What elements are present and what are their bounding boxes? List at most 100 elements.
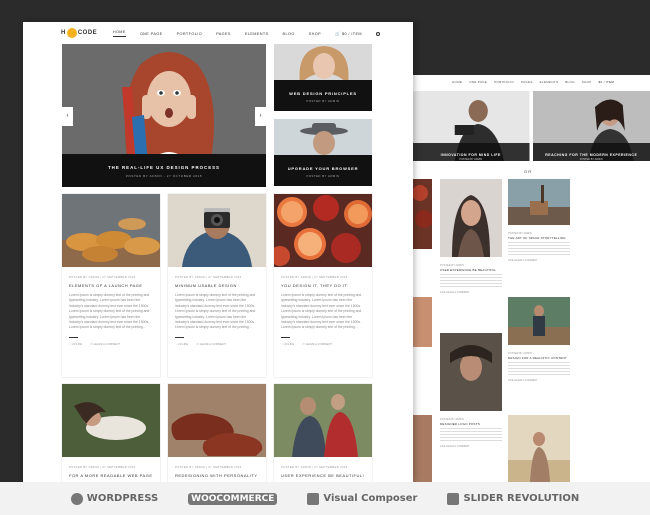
man-with-camera-photo [168, 194, 266, 267]
cart-label: $0 / ITEM [341, 32, 362, 36]
blog-post-card[interactable]: POSTED BY ADMIN | 27 SEPTEMBER 2015 YOU … [274, 194, 372, 377]
secondary-slide-title: INNOVATION FOR MIND LIFE [440, 153, 501, 157]
featured-post-title[interactable]: UPGRADE YOUR BROWSER [274, 166, 372, 171]
comment-label: LEAVE A COMMENT [305, 342, 333, 347]
secondary-post-excerpt [508, 362, 570, 376]
woman-in-grass-photo [62, 384, 160, 457]
comment-icon: ▭ [302, 342, 305, 347]
post-image[interactable] [168, 384, 266, 457]
post-meta: POSTED BY ADMIN | 27 SEPTEMBER 2015 [69, 275, 136, 279]
nav-item-home[interactable]: HOME [112, 30, 126, 37]
cart-link[interactable]: 🛒 $0 / ITEM [335, 31, 362, 36]
secondary-nav-item[interactable]: SHOP [582, 80, 592, 84]
visual-composer-icon [307, 492, 320, 505]
featured-post-title[interactable]: WEB DESIGN PRINCIPLES [274, 91, 372, 96]
couple-outdoors-photo [274, 384, 372, 457]
comment-icon: ▭ [90, 342, 93, 347]
photo-partial [412, 415, 432, 482]
post-footer: ♡ 20 LIKE ▭ LEAVE A COMMENT [175, 342, 259, 346]
comment-label: LEAVE A COMMENT [199, 342, 227, 347]
post-title[interactable]: YOU DESIGN IT, THEY DO IT [281, 283, 365, 288]
blog-post-card[interactable]: POSTED BY ADMIN | 27 SEPTEMBER 2015 MINI… [168, 194, 266, 377]
post-meta: POSTED BY ADMIN | 27 SEPTEMBER 2015 [175, 275, 242, 279]
comment-link[interactable]: ▭ LEAVE A COMMENT [196, 342, 226, 346]
search-icon[interactable] [376, 31, 380, 36]
post-meta: POSTED BY ADMIN | 27 SEPTEMBER 2015 [281, 465, 348, 469]
secondary-nav-item[interactable]: HOME [452, 80, 462, 84]
post-title[interactable]: ELEMENTS OF A LAUNCH PAGE [69, 283, 153, 288]
secondary-slide-title: REACHING FOR THE MODERN EXPERIENCE [545, 153, 638, 157]
slider-next-button[interactable]: › [255, 107, 266, 126]
site-logo[interactable]: H CODE [61, 28, 97, 38]
secondary-post-card[interactable]: POSTED BY ADMIN DESIGN FOR A REALISTIC C… [508, 297, 570, 382]
post-image[interactable] [62, 194, 160, 267]
secondary-post-footer[interactable]: LIKE LEAVE A COMMENT [508, 259, 570, 262]
post-title[interactable]: USER EXPERIENCE BE BEAUTIFUL! [281, 473, 365, 478]
post-title[interactable]: MINIMUM USABLE DESIGN [175, 283, 259, 288]
post-image[interactable] [62, 384, 160, 457]
secondary-post-card[interactable]: POSTED BY ADMIN USER EXPERIENCE BE BEAUT… [440, 179, 502, 294]
secondary-post-card[interactable] [508, 415, 570, 482]
secondary-nav-item[interactable]: PAGES [521, 80, 533, 84]
secondary-post-title[interactable]: DESIGNED LOGO POSTS [440, 422, 502, 426]
nav-item-elements[interactable]: ELEMENTS [245, 32, 269, 36]
post-title[interactable]: FOR A MORE READABLE WEB PAGE [69, 473, 153, 478]
secondary-slide[interactable]: REACHING FOR THE MODERN EXPERIENCE POSTE… [532, 91, 650, 161]
post-image[interactable] [168, 194, 266, 267]
secondary-slide-meta: POSTED BY ADMIN [459, 158, 483, 161]
nav-item-portfolio[interactable]: PORTFOLIO [177, 32, 202, 36]
secondary-slider: INNOVATION FOR MIND LIFE POSTED BY ADMIN… [412, 91, 650, 161]
secondary-post-title[interactable]: DESIGN FOR A REALISTIC CONTENT [508, 356, 570, 360]
featured-post[interactable]: UPGRADE YOUR BROWSER POSTED BY ADMIN [274, 119, 372, 186]
secondary-post-footer[interactable]: LIKE LEAVE A COMMENT [440, 445, 502, 448]
woman-portrait-photo [532, 91, 650, 161]
blog-post-card[interactable]: POSTED BY ADMIN | 27 SEPTEMBER 2015 ELEM… [62, 194, 160, 377]
nav-item-shop[interactable]: SHOP [309, 32, 321, 36]
hero-caption-band [62, 154, 266, 187]
secondary-nav-item[interactable]: ELEMENTS [540, 80, 559, 84]
secondary-nav-item[interactable]: BLOG [565, 80, 575, 84]
nav-item-pages[interactable]: PAGES [216, 32, 231, 36]
secondary-nav-item[interactable]: ONE PAGE [469, 80, 487, 84]
slider-prev-button[interactable]: ‹ [62, 107, 73, 126]
secondary-post-card[interactable]: POSTED BY ADMIN THE ART OF SPACE STORYTE… [508, 179, 570, 262]
secondary-post-footer[interactable]: LIKE LEAVE A COMMENT [508, 379, 570, 382]
post-image[interactable] [274, 194, 372, 267]
post-image[interactable] [274, 384, 372, 457]
featured-post[interactable]: WEB DESIGN PRINCIPLES POSTED BY ADMIN [274, 44, 372, 111]
post-excerpt: Lorem Ipsum is simply dummy text of the … [281, 293, 362, 330]
like-link[interactable]: ♡ 20 LIKE [175, 342, 188, 346]
post-excerpt: Lorem Ipsum is simply dummy text of the … [69, 293, 150, 330]
comment-link[interactable]: ▭ LEAVE A COMMENT [302, 342, 332, 346]
section-separator: O R [524, 169, 532, 174]
nav-item-one-page[interactable]: ONE PAGE [140, 32, 163, 36]
post-meta: POSTED BY ADMIN | 27 SEPTEMBER 2015 [281, 275, 348, 279]
post-title[interactable]: REDESIGNING WITH PERSONALITY [175, 473, 259, 478]
like-link[interactable]: ♡ 20 LIKE [69, 342, 82, 346]
secondary-post-title[interactable]: THE ART OF SPACE STORYTELLING [508, 236, 570, 240]
partner-logos-bar: WORDPRESS WOOCOMMERCE Visual Composer SL… [0, 482, 650, 515]
secondary-nav-item[interactable]: PORTFOLIO [494, 80, 514, 84]
blog-post-card[interactable]: POSTED BY ADMIN | 27 SEPTEMBER 2015 USER… [274, 384, 372, 482]
hero-title[interactable]: THE REAL-LIFE UX DESIGN PROCESS [62, 165, 266, 170]
nav-item-blog[interactable]: BLOG [283, 32, 295, 36]
comment-link[interactable]: ▭ LEAVE A COMMENT [90, 342, 120, 346]
secondary-cart-link[interactable]: $0 / ITEM [599, 80, 615, 84]
secondary-nav: HOME ONE PAGE PORTFOLIO PAGES ELEMENTS B… [412, 75, 650, 89]
blog-post-card[interactable]: POSTED BY ADMIN | 27 SEPTEMBER 2015 REDE… [168, 384, 266, 482]
fruit-photo-partial [412, 179, 432, 249]
blog-post-card[interactable]: POSTED BY ADMIN | 27 SEPTEMBER 2015 FOR … [62, 384, 160, 482]
secondary-post-excerpt [440, 428, 502, 442]
like-link[interactable]: ♡ 20 LIKE [281, 342, 294, 346]
woman-lying-photo [440, 333, 502, 411]
grapefruit-photo [274, 194, 372, 267]
secondary-post-footer[interactable]: LIKE LEAVE A COMMENT [440, 291, 502, 294]
secondary-post-title[interactable]: USER EXPERIENCE BE BEAUTIFUL [440, 268, 502, 272]
secondary-slide[interactable]: INNOVATION FOR MIND LIFE POSTED BY ADMIN [412, 91, 530, 161]
secondary-blog-preview: HOME ONE PAGE PORTFOLIO PAGES ELEMENTS B… [412, 75, 650, 482]
slider-revolution-logo: SLIDER REVOLUTION [447, 492, 579, 505]
leather-shoes-photo [168, 384, 266, 457]
secondary-post-card[interactable]: POSTED BY ADMIN DESIGNED LOGO POSTS LIKE… [440, 333, 502, 448]
hero-slider[interactable]: THE REAL-LIFE UX DESIGN PROCESS POSTED B… [62, 44, 266, 187]
like-count: 20 LIKE [178, 342, 189, 347]
